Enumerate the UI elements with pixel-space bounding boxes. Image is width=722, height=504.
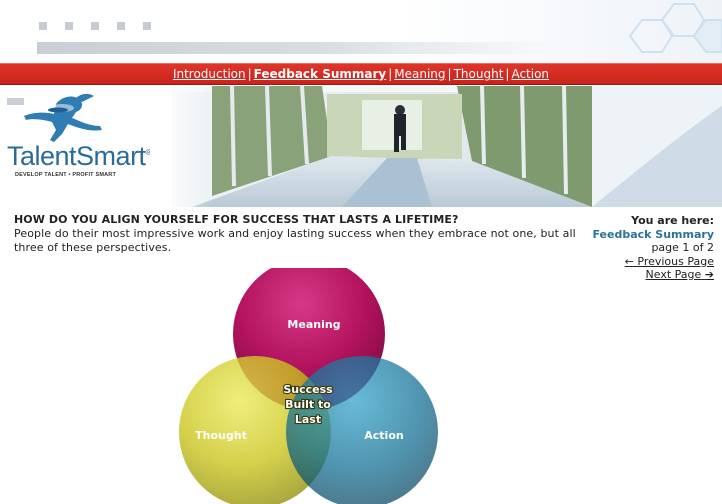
decorative-bar: [37, 42, 557, 54]
venn-label-meaning: Meaning: [287, 318, 340, 331]
nav-separator: |: [247, 67, 252, 81]
arrow-left-icon: ←: [624, 254, 634, 268]
previous-page-link[interactable]: ← Previous Page: [588, 255, 714, 269]
decorative-square: [117, 22, 125, 30]
nav-feedback-summary[interactable]: Feedback Summary: [254, 67, 387, 81]
logo-name: TalentSmart: [7, 141, 146, 171]
hexagon-decoration-icon: [628, 3, 722, 53]
nav-separator: |: [447, 67, 452, 81]
venn-circle-action: [286, 356, 438, 504]
nav-introduction[interactable]: Introduction: [173, 67, 246, 81]
talentsmart-logo[interactable]: TalentSmart®: [7, 141, 152, 172]
venn-label-action: Action: [364, 429, 403, 442]
venn-center-line-1: Success: [283, 383, 333, 396]
nav-action[interactable]: Action: [511, 67, 549, 81]
current-section: Feedback Summary: [592, 227, 714, 241]
nav-thought[interactable]: Thought: [454, 67, 504, 81]
next-page-label: Next Page: [645, 268, 702, 281]
decorative-square: [143, 22, 151, 30]
perspectives-venn-diagram: Meaning Thought Action Success Built to …: [179, 268, 438, 504]
corridor-photo: [172, 86, 722, 207]
arrow-right-icon: ➔: [704, 268, 714, 281]
decorative-square: [91, 22, 99, 30]
venn-center-line-3: Last: [295, 413, 321, 426]
previous-page-label: Previous Page: [637, 254, 714, 268]
nav-meaning[interactable]: Meaning: [394, 67, 445, 81]
header-band: TalentSmart® DEVELOP TALENT • PROFIT SMA…: [0, 86, 722, 207]
logo-tagline: DEVELOP TALENT • PROFIT SMART: [15, 172, 117, 178]
intro-paragraph: People do their most impressive work and…: [14, 227, 576, 254]
main-navigation: Introduction | Feedback Summary | Meaning | Th…: [0, 63, 722, 85]
venn-center-line-2: Built to: [285, 398, 331, 411]
location-label: You are here:: [631, 214, 714, 227]
top-banner: [0, 0, 722, 63]
decorative-square: [39, 22, 47, 30]
next-page-link[interactable]: Next Page ➔: [588, 268, 714, 282]
page-indicator: page 1 of 2: [651, 241, 714, 254]
page-headline: HOW DO YOU ALIGN YOURSELF FOR SUCCESS TH…: [14, 213, 459, 226]
decorative-square: [65, 22, 73, 30]
location-panel: You are here: Feedback Summary page 1 of…: [588, 214, 722, 282]
talentsmart-runner-icon: [24, 93, 102, 142]
photo-fade: [150, 86, 210, 207]
venn-label-thought: Thought: [195, 429, 247, 442]
